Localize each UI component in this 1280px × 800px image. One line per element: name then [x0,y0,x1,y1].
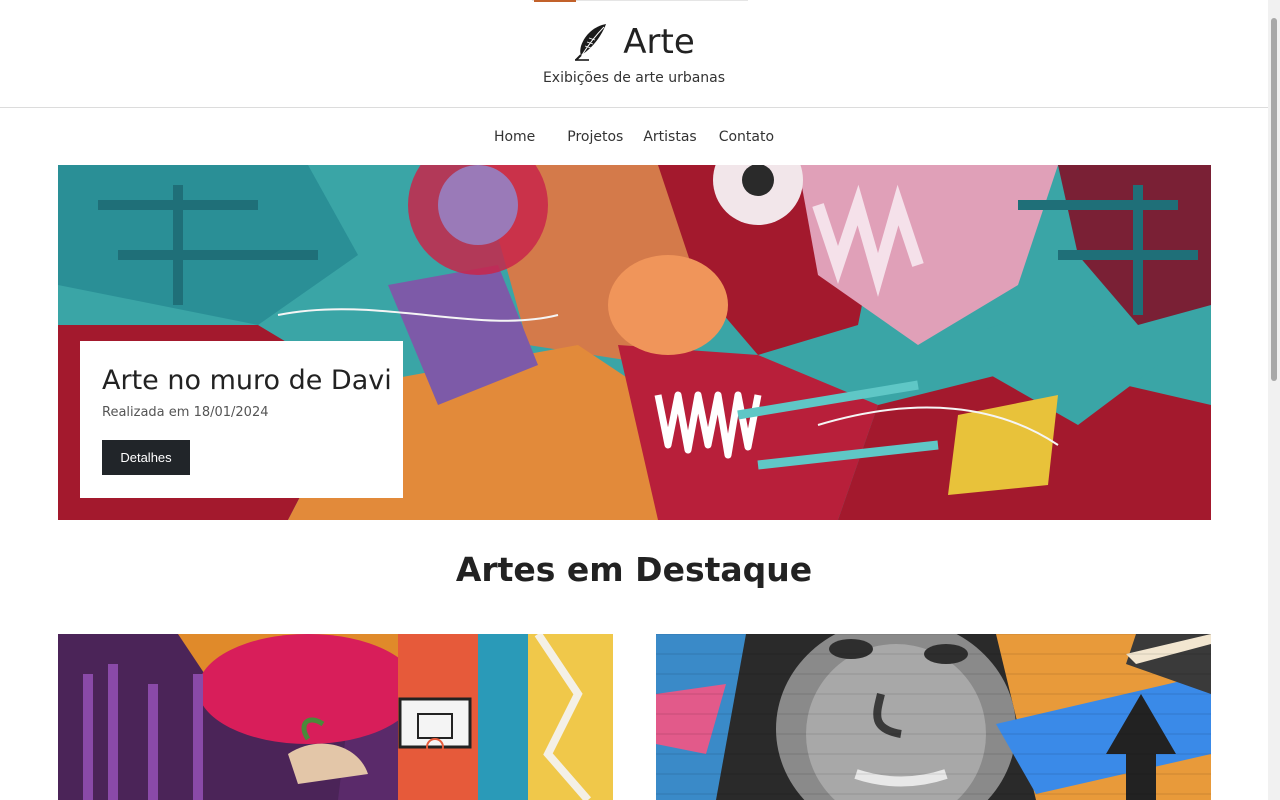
site-subtitle: Exibições de arte urbanas [542,70,726,86]
nav-home-link[interactable]: Home [494,126,535,148]
featured-art-card[interactable] [58,634,613,800]
scrollbar-thumb[interactable] [1271,18,1277,381]
hero-card: Arte no muro de Davi Realizada em 18/01/… [80,341,403,498]
nav-artistas-link[interactable]: Artistas [643,126,696,148]
hero-banner: Arte no muro de Davi Realizada em 18/01/… [58,165,1211,520]
featured-section-title: Artes em Destaque [455,550,813,589]
details-button[interactable]: Detalhes [102,440,190,475]
page-scrollbar[interactable] [1268,0,1280,800]
nav-projetos-link[interactable]: Projetos [567,126,623,148]
brand[interactable]: Arte [0,20,1268,64]
featured-art-image [656,634,1211,800]
featured-art-card[interactable] [656,634,1211,800]
quill-feather-icon [575,24,607,61]
site-title: Arte [623,22,695,62]
main-nav: Home Projetos Artistas Contato [0,126,1268,148]
nav-contato-link[interactable]: Contato [719,126,774,148]
featured-art-image [58,634,613,800]
site-header: Arte Exibições de arte urbanas [0,0,1268,108]
hero-date: Realizada em 18/01/2024 [102,405,269,420]
hero-title: Arte no muro de Davi [102,365,392,396]
